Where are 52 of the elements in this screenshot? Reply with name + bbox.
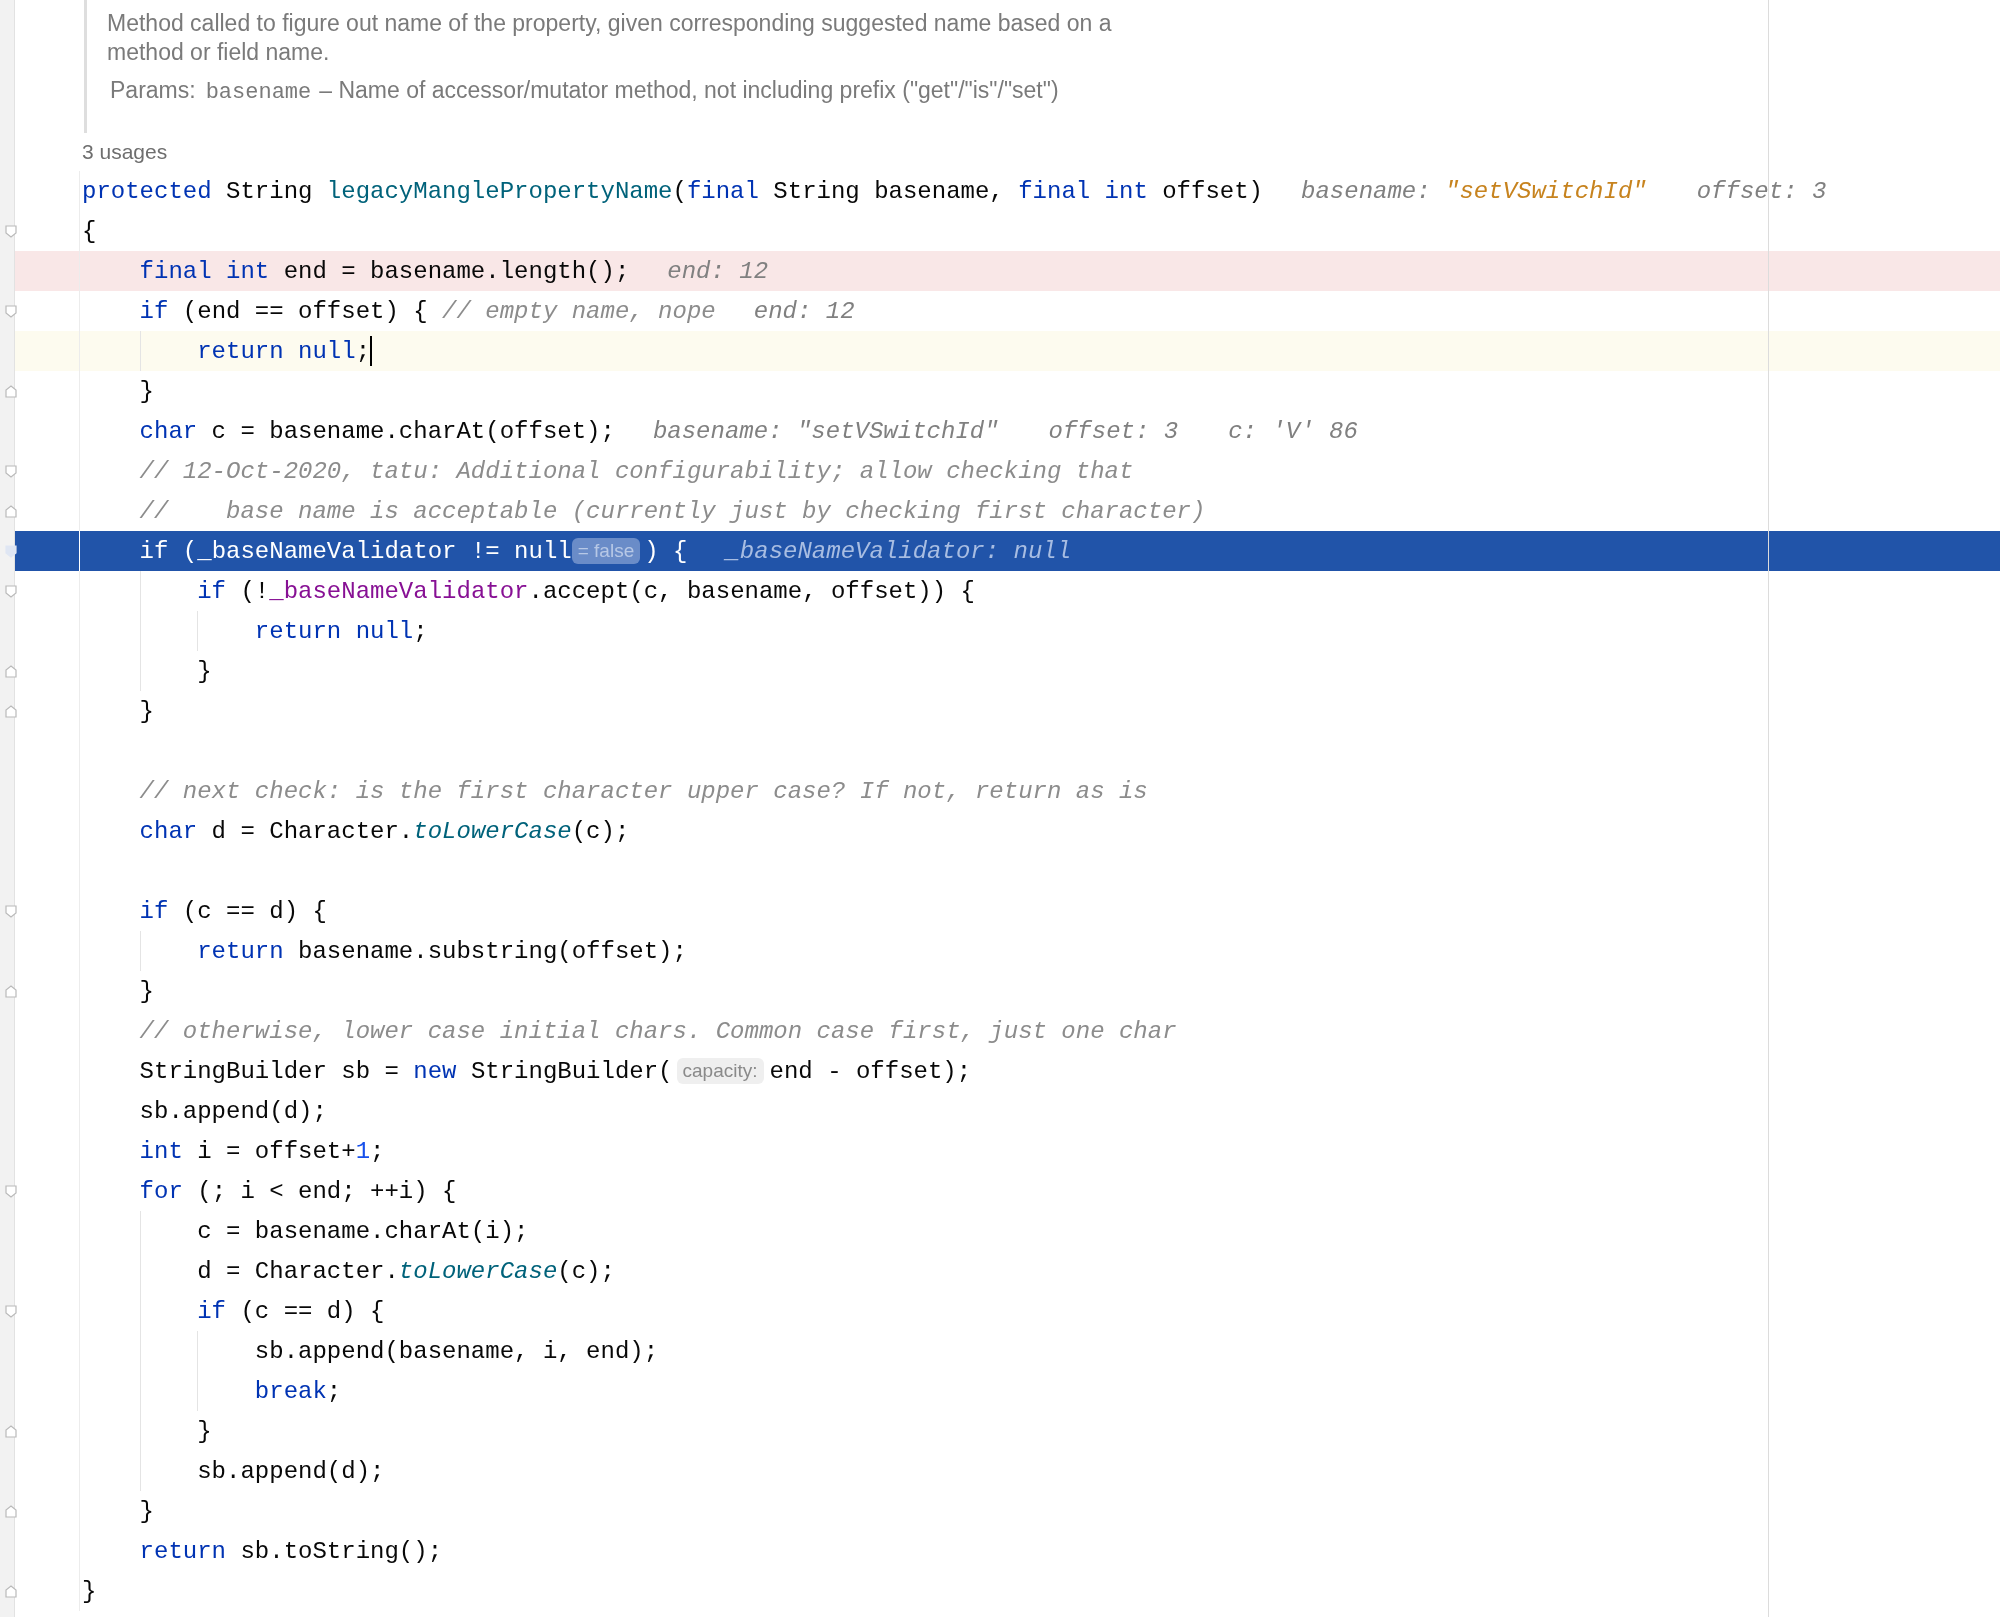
code-text: ) { <box>644 537 688 565</box>
code-text: // base name is acceptable (currently just by checking first character) <box>138 497 1206 525</box>
code-text: } <box>196 1417 212 1445</box>
code-text: sb.append(basename, i, end); <box>253 1337 659 1365</box>
code-text: sb.append(d); <box>138 1097 327 1125</box>
debug-value-hint: basename: "setVSwitchId" <box>1301 177 1647 205</box>
code-text: } <box>196 657 212 685</box>
doc-description: Method called to figure out name of the property, given corresponding suggested name based on a method or field name. <box>107 9 1113 67</box>
param-description: – Name of accessor/mutator method, not including prefix ("get"/"is"/"set") <box>319 77 1059 104</box>
param-label: Params: <box>110 77 196 104</box>
inline-hint: capacity: <box>676 1058 764 1084</box>
code-text: StringBuilder sb = new StringBuilder( <box>138 1057 673 1085</box>
code-text: } <box>138 1497 154 1525</box>
code-text: if (!_baseNameValidator.accept(c, basename, offset)) { <box>196 577 975 605</box>
code-text: c = basename.charAt(i); <box>196 1217 529 1245</box>
usages-link[interactable]: 3 usages <box>82 140 168 164</box>
debug-value-hint: c: 'V' 86 <box>1228 417 1358 445</box>
code-text: // 12-Oct-2020, tatu: Additional configurability; allow checking that <box>138 457 1134 485</box>
code-text: { <box>82 217 97 245</box>
debug-value-hint: end: 12 <box>753 297 855 325</box>
code-text: break; <box>253 1377 342 1405</box>
code-text: } <box>138 977 154 1005</box>
code-text: return null; <box>253 617 428 645</box>
code-text: } <box>138 377 154 405</box>
code-text: protected String legacyManglePropertyName(final String basename, final int offset) <box>82 177 1263 205</box>
code-text: return sb.toString(); <box>138 1537 443 1565</box>
code-text: if (_baseNameValidator != null <box>138 537 572 565</box>
code-text: d = Character.toLowerCase(c); <box>196 1257 615 1285</box>
code-text: } <box>138 697 154 725</box>
code-text: if (end == offset) { // empty name, nope <box>138 297 716 325</box>
code-text: int i = offset+1; <box>138 1137 385 1165</box>
code-text: end - offset); <box>769 1057 972 1085</box>
code-text: for (; i < end; ++i) { <box>138 1177 457 1205</box>
code-text: final int end = basename.length(); <box>138 257 630 285</box>
code-text: return basename.substring(offset); <box>196 937 687 965</box>
code-text: if (c == d) { <box>138 897 327 925</box>
inline-hint: = false <box>571 538 641 564</box>
code-text: char c = basename.charAt(offset); <box>138 417 615 445</box>
code-text: if (c == d) { <box>196 1297 385 1325</box>
debug-value-hint: basename: "setVSwitchId" <box>652 417 999 445</box>
code-text: return null; <box>196 337 371 365</box>
code-text: char d = Character.toLowerCase(c); <box>138 817 630 845</box>
debug-value-hint: offset: 3 <box>1048 417 1179 445</box>
text-cursor <box>370 336 373 366</box>
param-name: basename <box>205 80 312 105</box>
debug-value-hint: end: 12 <box>667 257 769 285</box>
debug-value-hint: _baseNameValidator: null <box>725 537 1072 565</box>
code-text: } <box>82 1577 97 1605</box>
code-text: // next check: is the first character upper case? If not, return as is <box>138 777 1148 805</box>
code-text: // otherwise, lower case initial chars. Common case first, just one char <box>138 1017 1177 1045</box>
code-text: sb.append(d); <box>196 1457 385 1485</box>
debug-value-hint: offset: 3 <box>1696 177 1827 205</box>
